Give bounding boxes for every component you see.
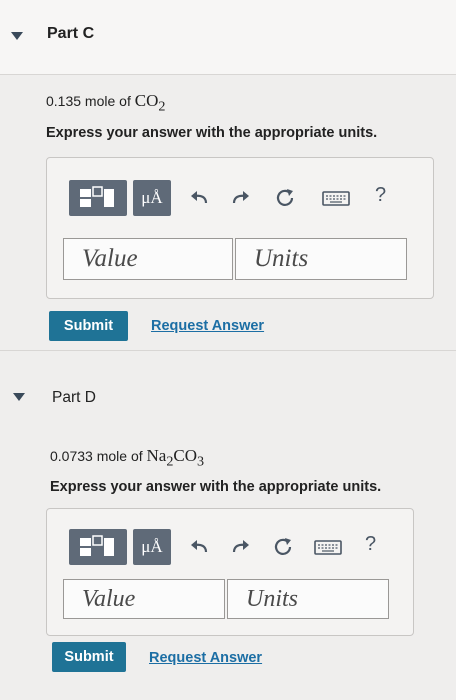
part-c-body: 0.135 mole of CO2 Express your answer wi… bbox=[0, 75, 456, 350]
part-d-toolbar: μÅ ? bbox=[69, 529, 389, 565]
help-icon[interactable]: ? bbox=[365, 533, 376, 556]
collapse-caret-icon[interactable] bbox=[13, 393, 25, 401]
part-c-request-answer-link[interactable]: Request Answer bbox=[151, 318, 264, 334]
reset-icon[interactable] bbox=[273, 186, 297, 210]
part-c-question: 0.135 mole of CO2 bbox=[46, 91, 166, 115]
part-d-body: 0.0733 mole of Na2CO3 Express your answe… bbox=[0, 434, 456, 700]
part-c-units-input[interactable]: Units bbox=[235, 238, 407, 280]
part-d-answer-box: μÅ ? Value Units bbox=[46, 508, 414, 636]
part-c-formula: CO2 bbox=[134, 91, 166, 115]
collapse-caret-icon[interactable] bbox=[11, 32, 23, 40]
templates-icon bbox=[80, 186, 114, 207]
part-c-submit-button[interactable]: Submit bbox=[49, 311, 128, 341]
part-d-header[interactable]: Part D bbox=[0, 350, 456, 435]
part-c-toolbar: μÅ ? bbox=[69, 180, 409, 216]
micro-angstrom-label: μÅ bbox=[141, 537, 163, 556]
help-icon[interactable]: ? bbox=[375, 184, 386, 207]
part-d-units-input[interactable]: Units bbox=[227, 579, 389, 619]
part-c-answer-box: μÅ ? Value Units bbox=[46, 157, 434, 299]
templates-button[interactable] bbox=[69, 180, 127, 216]
symbols-button[interactable]: μÅ bbox=[133, 529, 171, 565]
part-d-value-input[interactable]: Value bbox=[63, 579, 225, 619]
redo-icon[interactable] bbox=[229, 535, 253, 559]
undo-icon[interactable] bbox=[187, 535, 211, 559]
reset-icon[interactable] bbox=[271, 535, 295, 559]
keyboard-icon[interactable] bbox=[313, 535, 343, 559]
part-c-instruction: Express your answer with the appropriate… bbox=[46, 125, 378, 141]
templates-icon bbox=[80, 535, 114, 556]
part-d-instruction: Express your answer with the appropriate… bbox=[50, 479, 382, 495]
part-d-submit-button[interactable]: Submit bbox=[52, 642, 126, 672]
symbols-button[interactable]: μÅ bbox=[133, 180, 171, 216]
micro-angstrom-label: μÅ bbox=[141, 188, 163, 207]
part-d-question: 0.0733 mole of Na2CO3 bbox=[50, 446, 205, 470]
keyboard-icon[interactable] bbox=[321, 186, 351, 210]
part-c-title: Part C bbox=[47, 25, 95, 42]
undo-icon[interactable] bbox=[187, 186, 211, 210]
part-c-value-input[interactable]: Value bbox=[63, 238, 233, 280]
part-d-request-answer-link[interactable]: Request Answer bbox=[149, 650, 262, 666]
redo-icon[interactable] bbox=[229, 186, 253, 210]
part-d-formula: Na2CO3 bbox=[146, 446, 205, 470]
part-d-title: Part D bbox=[52, 389, 96, 406]
part-c-header[interactable]: Part C bbox=[0, 0, 456, 75]
templates-button[interactable] bbox=[69, 529, 127, 565]
